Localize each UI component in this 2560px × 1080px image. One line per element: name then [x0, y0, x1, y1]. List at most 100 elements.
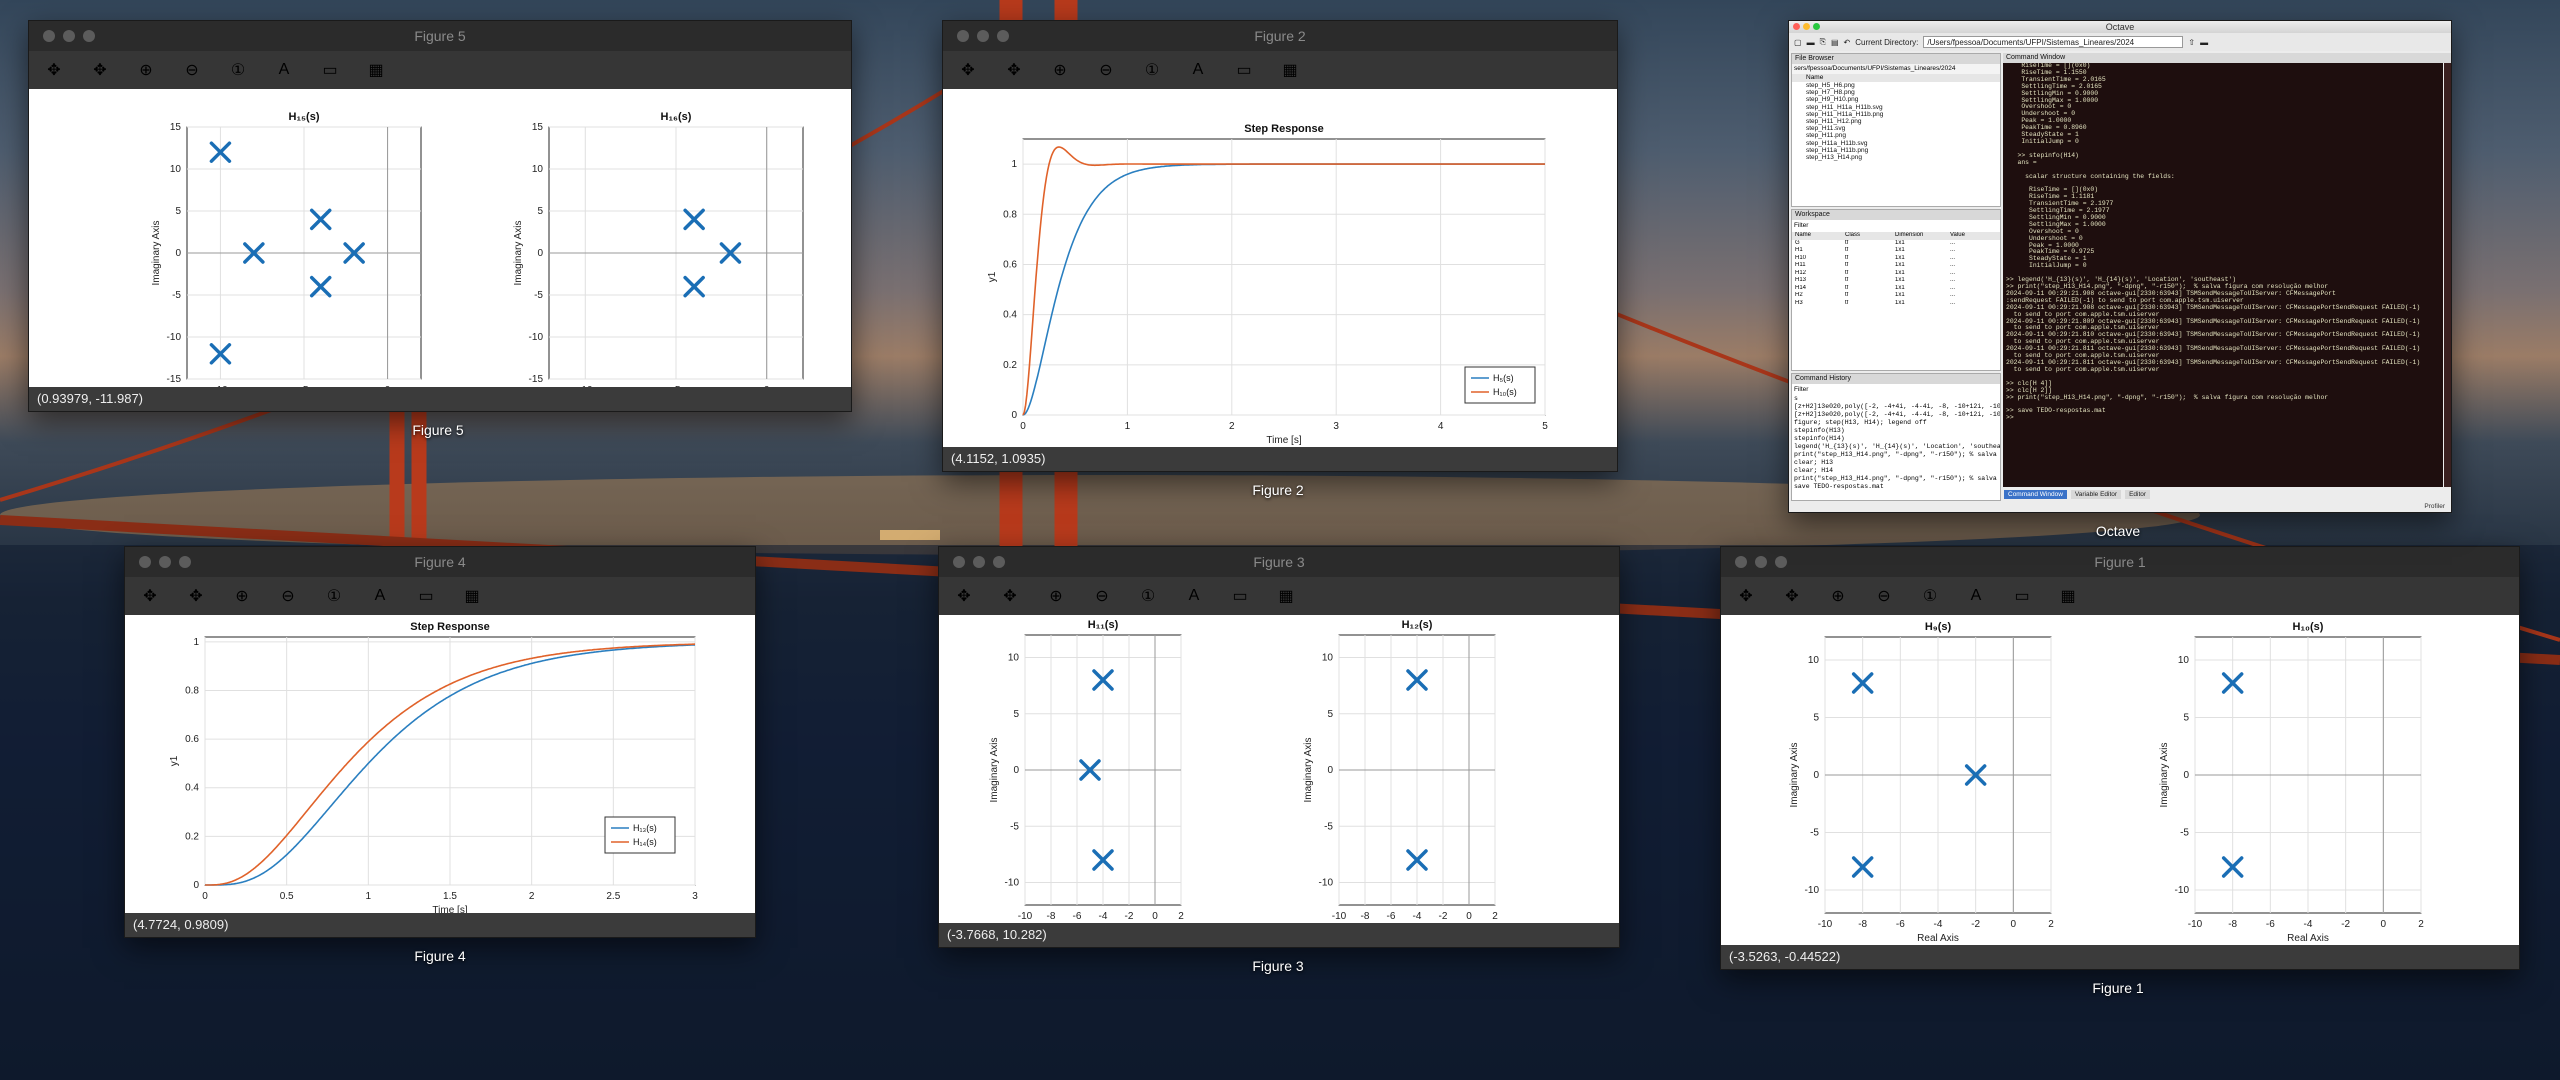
file-list[interactable]: step_H5_H6.png step_H7_H8.png step_H9_H10.… [1792, 82, 2000, 161]
close-button[interactable] [43, 30, 55, 42]
figure-4-window[interactable]: Figure 4 ✥ ✥ ⊕ ⊖ ① A ▭ ▦ 0 0.5 1 1.5 2 2.5 3 1 0… [124, 546, 756, 938]
zoom-out-icon[interactable]: ⊖ [1871, 583, 1897, 609]
file-item[interactable]: step_H13_H14.png [1792, 154, 2000, 161]
workspace-header[interactable]: Name Class Dimension Value [1792, 232, 2000, 240]
file-item[interactable]: step_H11a_H11b.svg [1792, 140, 2000, 147]
pan-icon[interactable]: ✥ [137, 583, 163, 609]
command-window-scrollbar[interactable] [2444, 63, 2451, 487]
close-button[interactable] [957, 30, 969, 42]
zoom-button[interactable] [1813, 23, 1820, 30]
text-icon[interactable]: A [1181, 583, 1207, 609]
history-entry[interactable]: print("step_H13_H14.png", "-dpng", "-r15… [1792, 475, 2000, 483]
figure-5-window[interactable]: Figure 5 ✥ ✥ ⊕ ⊖ ① A ▭ ▦ -10 -5 0 15 10 5 0 -5 -… [28, 20, 852, 412]
close-button[interactable] [1793, 23, 1800, 30]
octave-window[interactable]: Octave ▢ ▬ ⎘ ▤ ↶ Current Directory: /Use… [1788, 20, 2452, 513]
workspace-row[interactable]: H14 tf 1x1... [1792, 285, 2000, 293]
column-header[interactable]: Dimension [1892, 232, 1947, 240]
axes-icon[interactable]: ▭ [2009, 583, 2035, 609]
minimize-button[interactable] [1803, 23, 1810, 30]
zoom-button[interactable] [83, 30, 95, 42]
file-item[interactable]: step_H11_H12.png [1792, 118, 2000, 125]
workspace-row[interactable]: H3 tf 1x1... [1792, 300, 2000, 308]
history-entry[interactable]: stepinfo(H14) [1792, 435, 2000, 443]
reset-zoom-icon[interactable]: ① [1135, 583, 1161, 609]
figure-4-label[interactable]: Figure 4 [380, 948, 500, 964]
file-item[interactable]: step_H11.png [1792, 132, 2000, 139]
figure-1-titlebar[interactable]: Figure 1 [1721, 547, 2519, 577]
figure-3-label[interactable]: Figure 3 [1218, 958, 1338, 974]
figure-2-label[interactable]: Figure 2 [1218, 482, 1338, 498]
reset-zoom-icon[interactable]: ① [225, 57, 251, 83]
workspace-row[interactable]: H12 tf 1x1... [1792, 270, 2000, 278]
figure-3-titlebar[interactable]: Figure 3 [939, 547, 1619, 577]
minimize-button[interactable] [973, 556, 985, 568]
workspace-row[interactable]: H13 tf 1x1... [1792, 277, 2000, 285]
rotate-icon[interactable]: ✥ [87, 57, 113, 83]
zoom-in-icon[interactable]: ⊕ [1043, 583, 1069, 609]
rotate-icon[interactable]: ✥ [183, 583, 209, 609]
minimize-button[interactable] [159, 556, 171, 568]
history-entry[interactable]: [z+H2]13e020,poly([-2, -4+4i, -4-4i, -8,… [1792, 403, 2000, 411]
file-item[interactable]: step_H7_H8.png [1792, 89, 2000, 96]
history-entry[interactable]: [z+H2]13e020,poly([-2, -4+4i, -4-4i, -8,… [1792, 411, 2000, 419]
minimize-button[interactable] [977, 30, 989, 42]
text-icon[interactable]: A [1185, 57, 1211, 83]
file-item[interactable]: step_H11_H11a_H11b.png [1792, 111, 2000, 118]
grid-icon[interactable]: ▦ [1273, 583, 1299, 609]
grid-icon[interactable]: ▦ [2055, 583, 2081, 609]
file-list-header[interactable]: Name [1792, 74, 2000, 82]
axes-icon[interactable]: ▭ [413, 583, 439, 609]
workspace-filter[interactable]: Filter [1792, 220, 2000, 232]
file-item[interactable]: step_H9_H10.png [1792, 96, 2000, 103]
workspace-row[interactable]: H1 tf 1x1... [1792, 247, 2000, 255]
browse-folder-icon[interactable]: ▬ [2200, 38, 2208, 47]
zoom-out-icon[interactable]: ⊖ [1093, 57, 1119, 83]
axes-icon[interactable]: ▭ [1231, 57, 1257, 83]
pan-icon[interactable]: ✥ [41, 57, 67, 83]
pole-zero-plots[interactable]: -10-50151050-5-10-15H₁₅(s)Real AxisImagi… [29, 89, 851, 389]
open-folder-icon[interactable]: ▬ [1807, 38, 1815, 47]
history-entry[interactable]: s [1792, 395, 2000, 403]
minimize-button[interactable] [1755, 556, 1767, 568]
axes-icon[interactable]: ▭ [1227, 583, 1253, 609]
reset-zoom-icon[interactable]: ① [321, 583, 347, 609]
file-browser-path[interactable]: sers/fpessoa/Documents/UFPI/Sistemas_Lin… [1792, 64, 2000, 74]
text-icon[interactable]: A [1963, 583, 1989, 609]
grid-icon[interactable]: ▦ [1277, 57, 1303, 83]
figure-1-label[interactable]: Figure 1 [2058, 980, 2178, 996]
history-entry[interactable]: stepinfo(H13) [1792, 427, 2000, 435]
pan-icon[interactable]: ✥ [955, 57, 981, 83]
file-item[interactable]: step_H11a_H11b.png [1792, 147, 2000, 154]
column-header[interactable]: Class [1842, 232, 1892, 240]
figure-1-window[interactable]: Figure 1 ✥ ✥ ⊕ ⊖ ① A ▭ ▦ -10 -8 -6 -4 -2 0 2 10… [1720, 546, 2520, 970]
figure-4-titlebar[interactable]: Figure 4 [125, 547, 755, 577]
copy-icon[interactable]: ⎘ [1820, 37, 1826, 47]
rotate-icon[interactable]: ✥ [1779, 583, 1805, 609]
workspace-row[interactable]: Gtf 1x1... [1792, 240, 2000, 248]
workspace-row[interactable]: H11 tf 1x1... [1792, 262, 2000, 270]
tab-command-window[interactable]: Command Window [2004, 489, 2067, 499]
history-entry[interactable]: clear; H14 [1792, 467, 2000, 475]
folder-up-icon[interactable]: ⇧ [2188, 38, 2195, 47]
paste-icon[interactable]: ▤ [1831, 38, 1839, 47]
tab-editor[interactable]: Editor [2125, 489, 2151, 499]
rotate-icon[interactable]: ✥ [997, 583, 1023, 609]
file-item[interactable]: step_H11_H11a_H11b.svg [1792, 104, 2000, 111]
axes-icon[interactable]: ▭ [317, 57, 343, 83]
figure-2-window[interactable]: Figure 2 ✥ ✥ ⊕ ⊖ ① A ▭ ▦ 0 1 2 3 4 5 1 0.8 0.6 0.… [942, 20, 1618, 472]
figure-3-canvas[interactable]: -10-8-6-4-2021050-5-10H₁₁(s)Real AxisIma… [939, 615, 1619, 925]
zoom-button[interactable] [1775, 556, 1787, 568]
history-entry[interactable]: save TEDO-respostas.mat [1792, 483, 2000, 491]
file-item[interactable]: step_H5_H6.png [1792, 82, 2000, 89]
zoom-in-icon[interactable]: ⊕ [229, 583, 255, 609]
grid-icon[interactable]: ▦ [459, 583, 485, 609]
zoom-out-icon[interactable]: ⊖ [1089, 583, 1115, 609]
figure-2-canvas[interactable]: 0 1 2 3 4 5 1 0.8 0.6 0.4 0.2 0 Step Response Time [s… [943, 89, 1617, 449]
text-icon[interactable]: A [271, 57, 297, 83]
close-button[interactable] [139, 556, 151, 568]
history-entry[interactable]: clear; H13 [1792, 459, 2000, 467]
minimize-button[interactable] [63, 30, 75, 42]
zoom-out-icon[interactable]: ⊖ [179, 57, 205, 83]
octave-label[interactable]: Octave [2058, 523, 2178, 539]
zoom-in-icon[interactable]: ⊕ [133, 57, 159, 83]
